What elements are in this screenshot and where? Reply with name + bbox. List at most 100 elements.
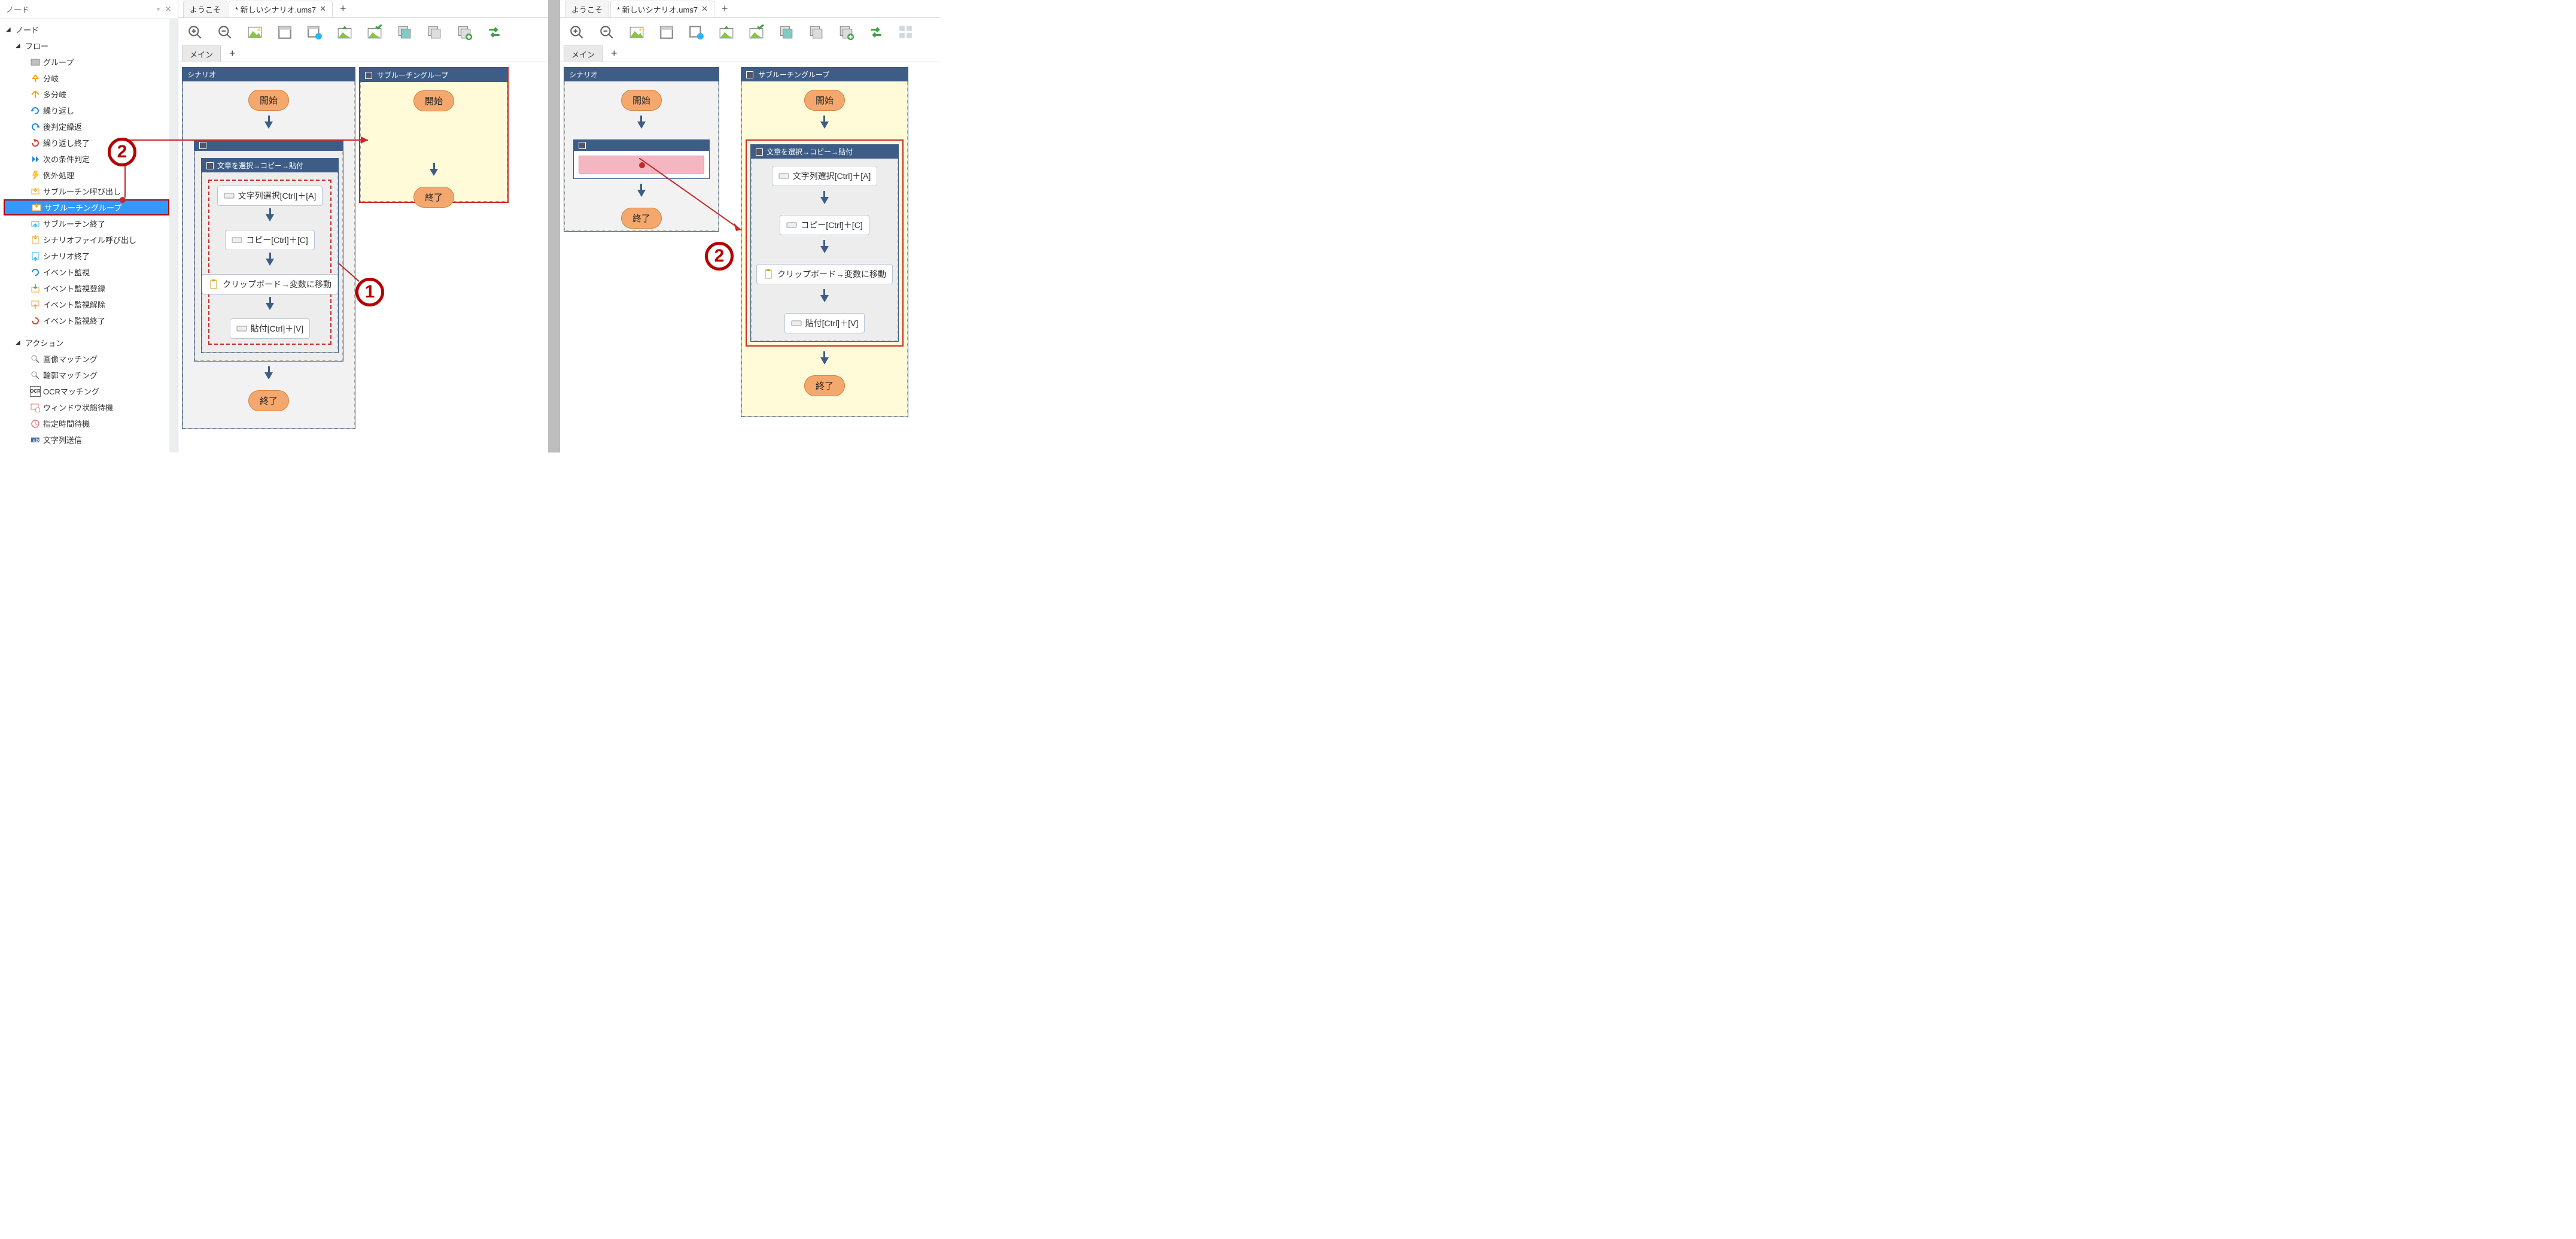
tree-item-sub-group[interactable]: サブルーチングループ — [4, 199, 169, 215]
tree-action-cmd[interactable]: >_ コマンド実行 — [4, 448, 169, 453]
stack-plus-icon[interactable] — [456, 24, 473, 41]
grid-icon[interactable] — [898, 24, 914, 41]
zoom-in-icon[interactable] — [187, 24, 203, 41]
window-tool-icon[interactable] — [658, 24, 675, 41]
clipboard-icon — [763, 269, 774, 280]
collapse-icon[interactable] — [746, 71, 753, 78]
collapse-icon[interactable] — [206, 162, 214, 169]
node-paste[interactable]: 貼付[Ctrl]＋[V] — [230, 318, 311, 339]
window-plus-icon[interactable] — [688, 24, 705, 41]
stack2-icon[interactable] — [808, 24, 825, 41]
tab-close-icon[interactable]: ✕ — [320, 4, 326, 14]
tree-item-scenario-call[interactable]: シナリオファイル呼び出し — [4, 232, 169, 248]
subtab-main[interactable]: メイン — [564, 45, 603, 62]
zoom-in-icon[interactable] — [568, 24, 585, 41]
tree-item-event-watch[interactable]: イベント監視 — [4, 264, 169, 280]
editor-right: ようこそ * 新しいシナリオ.ums7✕ + メイン + — [560, 0, 941, 453]
image-up-icon[interactable] — [718, 24, 735, 41]
tree-action-time-wait[interactable]: 指定時間待機 — [4, 415, 169, 432]
image-check-icon[interactable] — [366, 24, 383, 41]
zoom-out-icon[interactable] — [217, 24, 233, 41]
stack-plus-icon[interactable] — [838, 24, 854, 41]
group-box[interactable]: 文章を選択→コピー→貼付 文字列選択[Ctrl]＋[A] コピー[Ctrl]＋[… — [194, 139, 343, 362]
start-node[interactable]: 開始 — [248, 90, 289, 111]
node-select[interactable]: 文字列選択[Ctrl]＋[A] — [772, 166, 878, 186]
tree-flow-group[interactable]: ◢フロー — [4, 38, 169, 54]
tree-action-send-text[interactable]: abc 文字列送信 — [4, 432, 169, 448]
swap-icon[interactable] — [486, 24, 503, 41]
tree-action-window-wait[interactable]: ウィンドウ状態待機 — [4, 399, 169, 415]
tree-item-loop[interactable]: 繰り返し — [4, 102, 169, 119]
tree-action-image[interactable]: 画像マッチング — [4, 351, 169, 367]
end-node[interactable]: 終了 — [804, 375, 845, 396]
stack1-icon[interactable] — [396, 24, 413, 41]
end-node[interactable]: 終了 — [413, 187, 454, 208]
canvas-right[interactable]: シナリオ 開始 — [560, 62, 941, 453]
tab-welcome[interactable]: ようこそ — [565, 1, 609, 17]
tree-action-group[interactable]: ◢アクション — [4, 335, 169, 351]
tab-scenario[interactable]: * 新しいシナリオ.ums7✕ — [229, 1, 333, 17]
tab-add[interactable]: + — [334, 2, 352, 15]
start-node[interactable]: 開始 — [413, 90, 454, 111]
tab-close-icon[interactable]: ✕ — [701, 4, 708, 14]
image-check-icon[interactable] — [748, 24, 765, 41]
close-icon[interactable]: ✕ — [165, 4, 172, 14]
arrow-icon — [264, 372, 273, 379]
subtab-main[interactable]: メイン — [182, 45, 221, 62]
stack1-icon[interactable] — [778, 24, 795, 41]
canvas-left[interactable]: シナリオ 開始 文章を選択→コピー→貼付 — [178, 62, 548, 453]
stack2-icon[interactable] — [426, 24, 443, 41]
tree-item-event-unreg[interactable]: イベント監視解除 — [4, 296, 169, 312]
tree-item-group[interactable]: グループ — [4, 54, 169, 70]
subtab-add[interactable]: + — [223, 47, 242, 60]
tab-scenario[interactable]: * 新しいシナリオ.ums7✕ — [610, 1, 714, 17]
end-node[interactable]: 終了 — [248, 390, 289, 411]
tree-item-multi-branch[interactable]: 多分岐 — [4, 86, 169, 102]
collapse-icon[interactable] — [199, 142, 206, 149]
annotation-2: 2 — [705, 242, 734, 271]
tree-item-sub-call[interactable]: サブルーチン呼び出し — [4, 183, 169, 199]
node-paste[interactable]: 貼付[Ctrl]＋[V] — [784, 313, 865, 333]
image-match-icon — [30, 354, 41, 365]
start-node[interactable]: 開始 — [621, 90, 662, 111]
image-tool-icon[interactable] — [247, 24, 263, 41]
tree-item-event-reg[interactable]: イベント監視登録 — [4, 280, 169, 296]
end-node[interactable]: 終了 — [621, 208, 662, 229]
tab-add[interactable]: + — [716, 2, 734, 15]
collapse-icon[interactable] — [579, 142, 586, 149]
tree-item-branch[interactable]: 分岐 — [4, 70, 169, 86]
tab-welcome[interactable]: ようこそ — [183, 1, 227, 17]
tree-item-event-end[interactable]: イベント監視終了 — [4, 312, 169, 329]
arrow-icon — [266, 303, 274, 310]
tree-item-loop-end[interactable]: 繰り返し終了 — [4, 135, 169, 151]
subroutine-call-stub[interactable] — [579, 156, 704, 174]
tree-root[interactable]: ◢ノード — [4, 22, 169, 38]
tree-item-exception[interactable]: 例外処理 — [4, 167, 169, 183]
subtab-add[interactable]: + — [605, 47, 624, 60]
pin-icon[interactable]: ▾ — [157, 5, 160, 13]
tree-item-post-loop[interactable]: 後判定繰返 — [4, 119, 169, 135]
collapse-icon[interactable] — [365, 72, 372, 79]
svg-text:abc: abc — [33, 438, 40, 443]
connector-dot — [120, 197, 126, 203]
tree-item-sub-end[interactable]: サブルーチン終了 — [4, 215, 169, 232]
node-copy[interactable]: コピー[Ctrl]＋[C] — [225, 230, 314, 250]
tree-item-next-cond[interactable]: 次の条件判定 — [4, 151, 169, 167]
tree-action-ocr[interactable]: OCR OCRマッチング — [4, 383, 169, 399]
collapse-icon[interactable] — [756, 148, 763, 156]
tree-item-scenario-end[interactable]: シナリオ終了 — [4, 248, 169, 264]
node-copy[interactable]: コピー[Ctrl]＋[C] — [780, 215, 869, 235]
sub-end-icon — [30, 218, 41, 229]
divider[interactable] — [548, 0, 560, 453]
node-clip[interactable]: クリップボード→変数に移動 — [756, 264, 893, 284]
swap-icon[interactable] — [868, 24, 884, 41]
window-tool-icon[interactable] — [276, 24, 293, 41]
zoom-out-icon[interactable] — [598, 24, 615, 41]
image-up-icon[interactable] — [336, 24, 353, 41]
node-clip[interactable]: クリップボード→変数に移動 — [202, 274, 338, 294]
image-tool-icon[interactable] — [628, 24, 645, 41]
tree-action-contour[interactable]: 輪郭マッチング — [4, 367, 169, 383]
start-node[interactable]: 開始 — [804, 90, 845, 111]
node-select[interactable]: 文字列選択[Ctrl]＋[A] — [217, 186, 323, 206]
window-plus-icon[interactable] — [306, 24, 323, 41]
